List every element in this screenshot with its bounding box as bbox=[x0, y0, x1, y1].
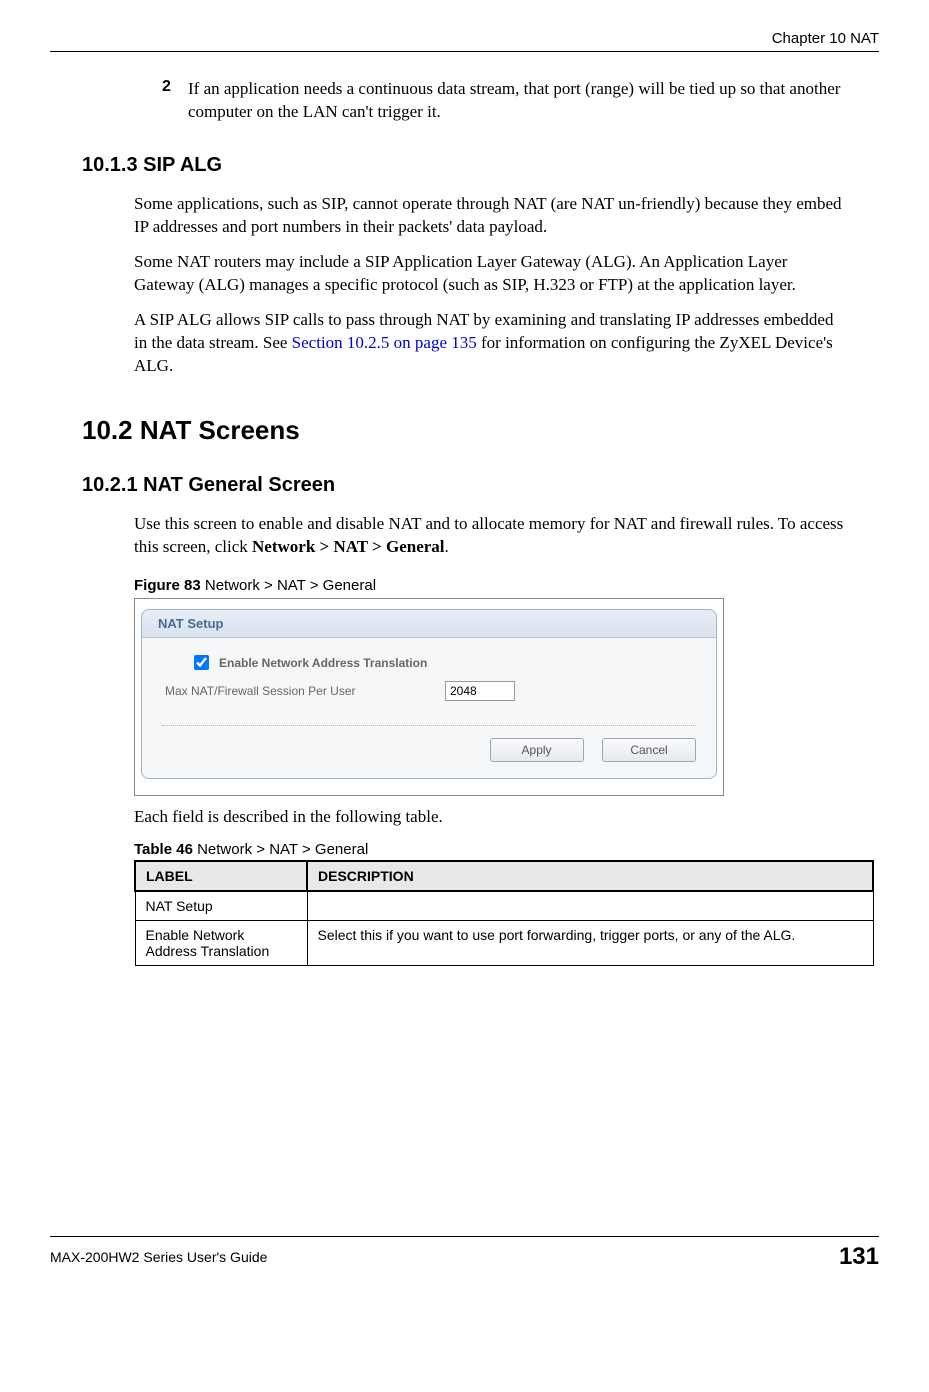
panel-title: NAT Setup bbox=[142, 610, 716, 638]
figure-caption: Figure 83 Network > NAT > General bbox=[134, 577, 879, 594]
apply-button[interactable]: Apply bbox=[490, 738, 584, 762]
figure-number: Figure 83 bbox=[134, 577, 201, 594]
table-cell-desc bbox=[307, 891, 873, 921]
paragraph: A SIP ALG allows SIP calls to pass throu… bbox=[134, 309, 849, 378]
list-text: If an application needs a continuous dat… bbox=[188, 78, 849, 124]
cross-reference-link[interactable]: Section 10.2.5 on page 135 bbox=[292, 333, 477, 352]
table-header-label: LABEL bbox=[135, 861, 307, 891]
text: Use this screen to enable and disable NA… bbox=[134, 514, 843, 556]
numbered-list-item: 2 If an application needs a continuous d… bbox=[162, 78, 849, 124]
heading-10-1-3: 10.1.3 SIP ALG bbox=[82, 154, 879, 177]
description-table: LABEL DESCRIPTION NAT Setup Enable Netwo… bbox=[134, 860, 874, 966]
table-cell-label: NAT Setup bbox=[135, 891, 307, 921]
max-session-input[interactable] bbox=[445, 681, 515, 701]
nat-setup-panel: NAT Setup Enable Network Address Transla… bbox=[141, 609, 717, 779]
heading-10-2: 10.2 NAT Screens bbox=[82, 415, 879, 446]
table-cell-desc: Select this if you want to use port forw… bbox=[307, 921, 873, 966]
table-row: NAT Setup bbox=[135, 891, 873, 921]
cancel-button[interactable]: Cancel bbox=[602, 738, 696, 762]
enable-nat-checkbox[interactable] bbox=[194, 655, 209, 670]
figure-title: Network > NAT > General bbox=[201, 577, 376, 594]
chapter-header: Chapter 10 NAT bbox=[50, 30, 879, 51]
table-header-description: DESCRIPTION bbox=[307, 861, 873, 891]
max-session-label: Max NAT/Firewall Session Per User bbox=[165, 684, 425, 698]
table-row: Enable Network Address Translation Selec… bbox=[135, 921, 873, 966]
paragraph: Some applications, such as SIP, cannot o… bbox=[134, 193, 849, 239]
list-number: 2 bbox=[162, 78, 188, 124]
table-caption: Table 46 Network > NAT > General bbox=[134, 841, 879, 858]
page-footer: MAX-200HW2 Series User's Guide 131 bbox=[50, 1236, 879, 1271]
paragraph: Use this screen to enable and disable NA… bbox=[134, 513, 849, 559]
page-number: 131 bbox=[839, 1243, 879, 1271]
table-cell-label: Enable Network Address Translation bbox=[135, 921, 307, 966]
table-number: Table 46 bbox=[134, 841, 193, 858]
paragraph: Some NAT routers may include a SIP Appli… bbox=[134, 251, 849, 297]
enable-nat-label: Enable Network Address Translation bbox=[219, 656, 479, 670]
table-title: Network > NAT > General bbox=[193, 841, 368, 858]
footer-guide-name: MAX-200HW2 Series User's Guide bbox=[50, 1249, 267, 1265]
breadcrumb-path: Network > NAT > General bbox=[252, 537, 445, 556]
paragraph: Each field is described in the following… bbox=[134, 806, 849, 829]
text: . bbox=[445, 537, 449, 556]
figure-screenshot: NAT Setup Enable Network Address Transla… bbox=[134, 598, 724, 796]
heading-10-2-1: 10.2.1 NAT General Screen bbox=[82, 474, 879, 497]
